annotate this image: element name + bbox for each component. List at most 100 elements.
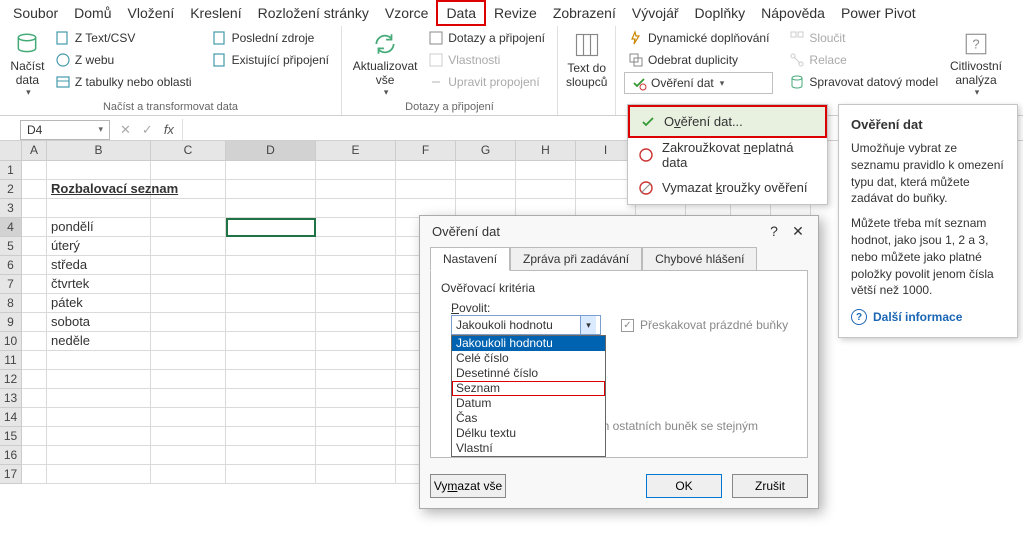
- cell[interactable]: Rozbalovací seznam: [47, 180, 151, 199]
- cell[interactable]: [316, 237, 396, 256]
- cell[interactable]: [316, 332, 396, 351]
- menu-page-layout[interactable]: Rozložení stránky: [250, 2, 377, 24]
- cell[interactable]: [22, 313, 47, 332]
- cell[interactable]: úterý: [47, 237, 151, 256]
- cell[interactable]: [226, 370, 316, 389]
- cell[interactable]: [22, 180, 47, 199]
- col-header-D[interactable]: D: [226, 141, 316, 161]
- row-header[interactable]: 6: [0, 256, 22, 275]
- refresh-all-button[interactable]: Aktualizovat vše▾: [350, 28, 420, 98]
- row-header[interactable]: 14: [0, 408, 22, 427]
- menu-developer[interactable]: Vývojář: [624, 2, 687, 24]
- cell[interactable]: [226, 446, 316, 465]
- cell[interactable]: [151, 275, 226, 294]
- cell[interactable]: [226, 275, 316, 294]
- cell[interactable]: [47, 351, 151, 370]
- cell[interactable]: [151, 465, 226, 484]
- cell[interactable]: [456, 161, 516, 180]
- dialog-help-button[interactable]: ?: [762, 223, 786, 239]
- text-to-columns-button[interactable]: Text do sloupců: [566, 28, 607, 98]
- cell[interactable]: [316, 313, 396, 332]
- cell[interactable]: [316, 351, 396, 370]
- cell[interactable]: [316, 465, 396, 484]
- cell[interactable]: [151, 161, 226, 180]
- allow-combo[interactable]: Jakoukoli hodnotu▾ Jakoukoli hodnotu Cel…: [451, 315, 601, 335]
- cell[interactable]: [226, 351, 316, 370]
- cell[interactable]: [47, 427, 151, 446]
- cell[interactable]: [22, 370, 47, 389]
- cell[interactable]: [226, 218, 316, 237]
- cell[interactable]: [47, 370, 151, 389]
- menu-file[interactable]: Soubor: [5, 2, 66, 24]
- cell[interactable]: [316, 370, 396, 389]
- cell[interactable]: [151, 370, 226, 389]
- cell[interactable]: [151, 427, 226, 446]
- cell[interactable]: [316, 161, 396, 180]
- col-header-F[interactable]: F: [396, 141, 456, 161]
- from-table[interactable]: Z tabulky nebo oblasti: [51, 72, 196, 92]
- cell[interactable]: [22, 446, 47, 465]
- fx-icon[interactable]: fx: [160, 122, 178, 137]
- row-header[interactable]: 11: [0, 351, 22, 370]
- cell[interactable]: [151, 446, 226, 465]
- cell[interactable]: [396, 161, 456, 180]
- row-header[interactable]: 1: [0, 161, 22, 180]
- cell[interactable]: [316, 256, 396, 275]
- cell[interactable]: [316, 389, 396, 408]
- cell[interactable]: [316, 180, 396, 199]
- col-header-H[interactable]: H: [516, 141, 576, 161]
- cell[interactable]: [47, 446, 151, 465]
- cell[interactable]: pondělí: [47, 218, 151, 237]
- cancel-button[interactable]: Zrušit: [732, 474, 808, 498]
- row-header[interactable]: 3: [0, 199, 22, 218]
- cell[interactable]: [396, 180, 456, 199]
- cell[interactable]: [22, 256, 47, 275]
- cell[interactable]: [22, 332, 47, 351]
- tab-error-alert[interactable]: Chybové hlášení: [642, 247, 757, 271]
- cell[interactable]: [226, 408, 316, 427]
- cell[interactable]: [516, 161, 576, 180]
- row-header[interactable]: 4: [0, 218, 22, 237]
- cell[interactable]: [47, 389, 151, 408]
- menu-formulas[interactable]: Vzorce: [377, 2, 437, 24]
- clear-all-button[interactable]: Vymazat vše: [430, 474, 506, 498]
- menu-powerpivot[interactable]: Power Pivot: [833, 2, 924, 24]
- opt-date[interactable]: Datum: [452, 396, 605, 411]
- menu-data[interactable]: Data: [436, 0, 486, 26]
- cell[interactable]: [226, 256, 316, 275]
- cell[interactable]: [22, 237, 47, 256]
- col-header-G[interactable]: G: [456, 141, 516, 161]
- cell[interactable]: [226, 313, 316, 332]
- tooltip-more-link[interactable]: Další informace: [851, 309, 1005, 325]
- name-box[interactable]: D4▾: [20, 120, 110, 140]
- opt-any[interactable]: Jakoukoli hodnotu: [452, 336, 605, 351]
- opt-custom[interactable]: Vlastní: [452, 441, 605, 456]
- cell[interactable]: [22, 465, 47, 484]
- manage-data-model[interactable]: Spravovat datový model: [785, 72, 942, 92]
- existing-connections[interactable]: Existující připojení: [208, 50, 333, 70]
- what-if-analysis-button[interactable]: ? Citlivostní analýza▾: [948, 28, 1004, 98]
- cell[interactable]: [47, 161, 151, 180]
- cell[interactable]: [316, 218, 396, 237]
- cell[interactable]: sobota: [47, 313, 151, 332]
- menu-review[interactable]: Revize: [486, 2, 545, 24]
- tab-input-message[interactable]: Zpráva při zadávání: [510, 247, 642, 271]
- from-web[interactable]: Z webu: [51, 50, 196, 70]
- cell[interactable]: pátek: [47, 294, 151, 313]
- cell[interactable]: [22, 218, 47, 237]
- opt-textlen[interactable]: Délku textu: [452, 426, 605, 441]
- flash-fill[interactable]: Dynamické doplňování: [624, 28, 773, 48]
- cell[interactable]: [226, 237, 316, 256]
- col-header-E[interactable]: E: [316, 141, 396, 161]
- cell[interactable]: [47, 465, 151, 484]
- menu-home[interactable]: Domů: [66, 2, 119, 24]
- col-header-C[interactable]: C: [151, 141, 226, 161]
- chevron-down-icon[interactable]: ▾: [580, 316, 596, 334]
- cell[interactable]: [151, 408, 226, 427]
- col-header-B[interactable]: B: [47, 141, 151, 161]
- dv-item-circle-invalid[interactable]: Zakroužkovat neplatná data: [628, 138, 827, 171]
- menu-view[interactable]: Zobrazení: [545, 2, 624, 24]
- cell[interactable]: [316, 408, 396, 427]
- cell[interactable]: [151, 218, 226, 237]
- cell[interactable]: [151, 351, 226, 370]
